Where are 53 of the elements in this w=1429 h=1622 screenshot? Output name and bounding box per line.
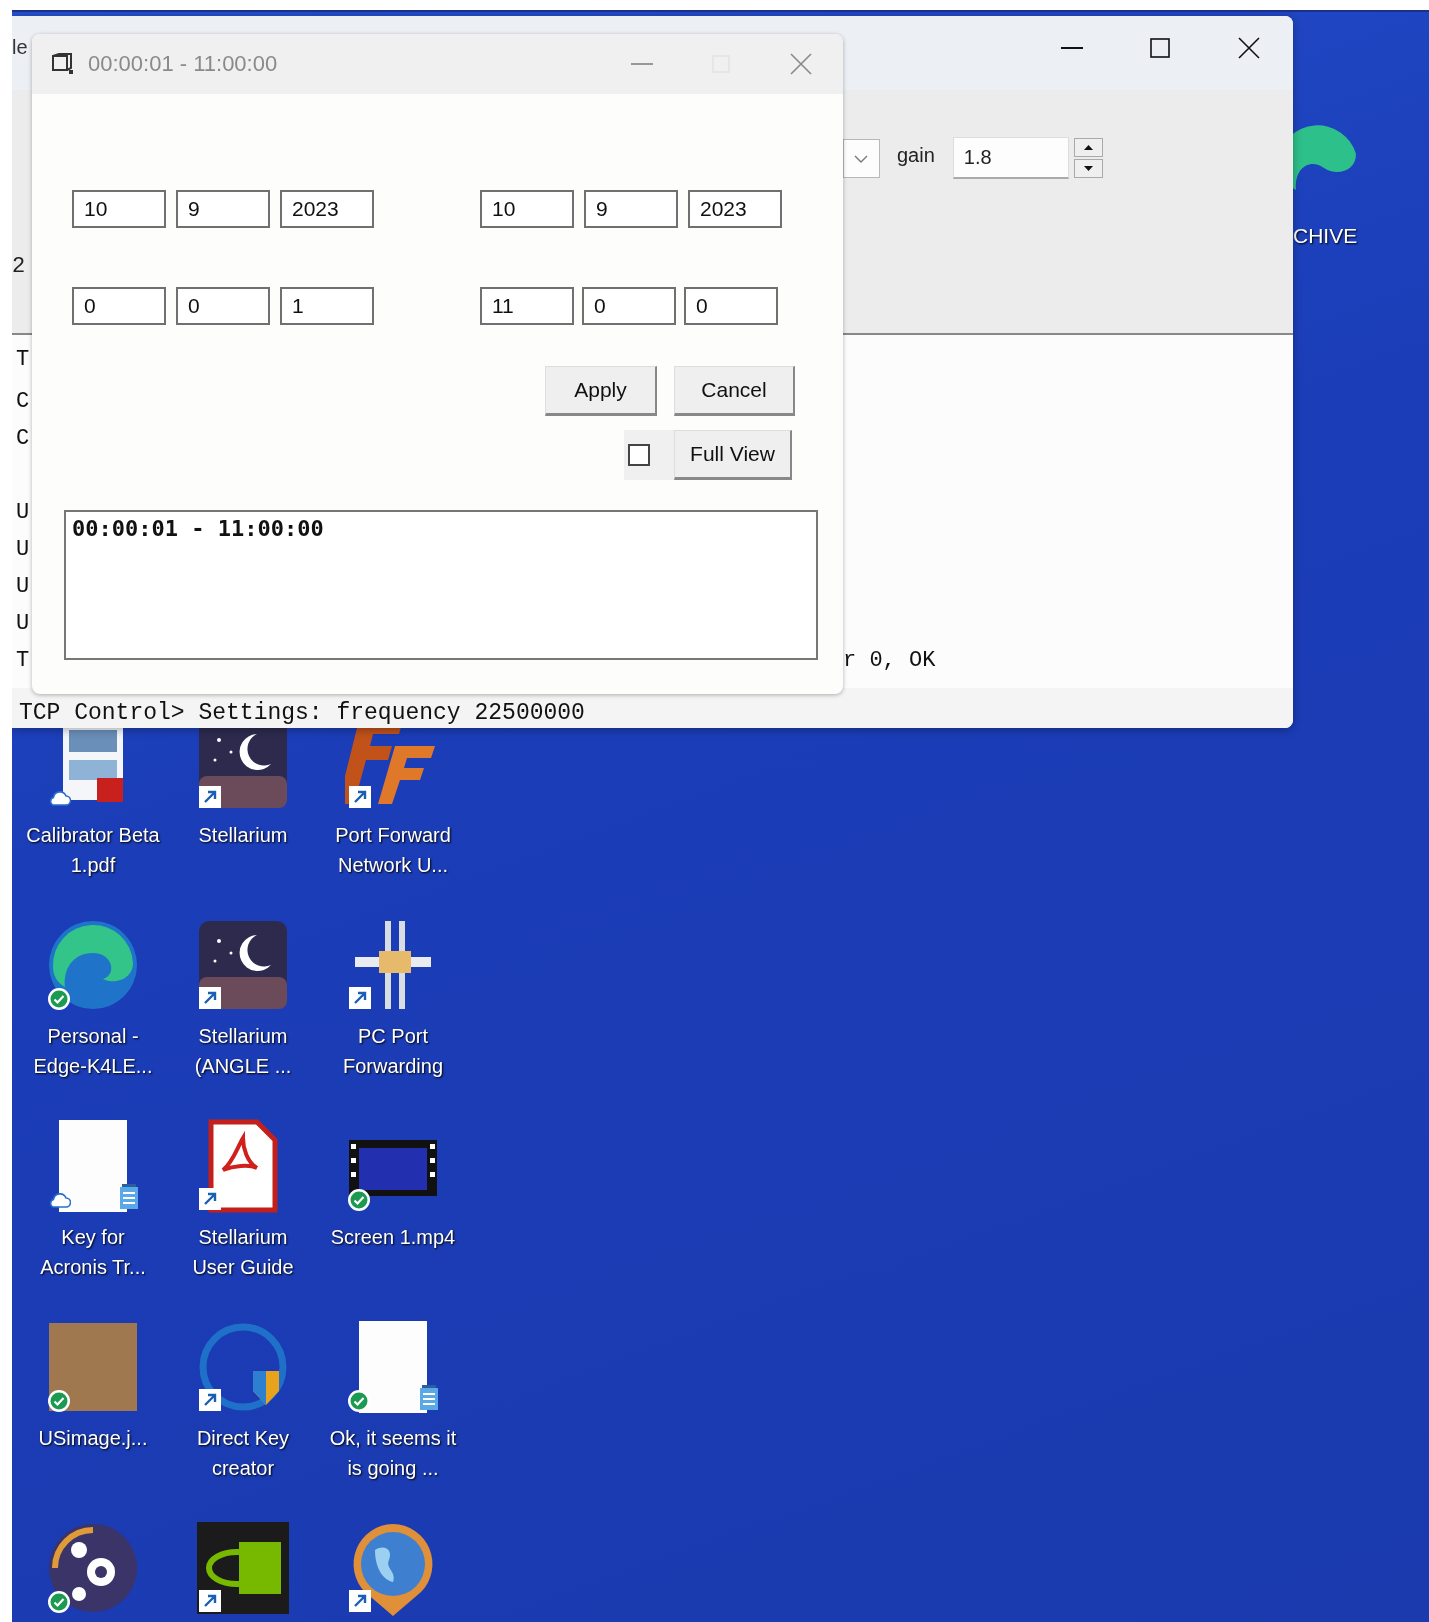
output-text: 00:00:01 - 11:00:00 bbox=[72, 516, 324, 541]
checkbox[interactable] bbox=[628, 444, 650, 466]
icon-label[interactable]: Key for Acronis Tr... bbox=[26, 1222, 160, 1282]
number-field[interactable]: 10 bbox=[72, 190, 166, 228]
console-text: C bbox=[16, 426, 30, 451]
console-text: 2 bbox=[12, 254, 26, 279]
number-field[interactable]: 9 bbox=[584, 190, 678, 228]
number-field[interactable]: 0 bbox=[582, 287, 676, 325]
console-text: TCP Control> Settings: frequency 22500000 bbox=[12, 688, 1293, 728]
number-field[interactable]: 11 bbox=[480, 287, 574, 325]
close-icon bbox=[1237, 36, 1261, 60]
console-text: T bbox=[16, 648, 30, 673]
maximize-icon bbox=[1148, 36, 1172, 60]
minimize-icon bbox=[1061, 46, 1083, 50]
console-text: C bbox=[16, 389, 30, 414]
console-text: U bbox=[16, 574, 30, 599]
number-field[interactable]: 0 bbox=[72, 287, 166, 325]
minimize-icon bbox=[631, 62, 653, 66]
icon-label[interactable]: Stellarium (ANGLE ... bbox=[176, 1021, 310, 1081]
number-field[interactable]: 0 bbox=[684, 287, 778, 325]
console-text: T bbox=[16, 347, 30, 372]
icon-label[interactable]: Screen 1.mp4 bbox=[326, 1222, 460, 1252]
gain-label: gain bbox=[897, 143, 935, 167]
console-text: U bbox=[16, 537, 30, 562]
notepad-icon bbox=[119, 1184, 139, 1210]
icon-label[interactable]: Calibrator Beta 1.pdf bbox=[26, 820, 160, 880]
icon-label[interactable]: PC Port Forwarding bbox=[326, 1021, 460, 1081]
icon-label[interactable]: Ok, it seems it is going ... bbox=[326, 1423, 460, 1483]
icon-label[interactable]: Port Forward Network U... bbox=[326, 820, 460, 880]
number-field[interactable]: 0 bbox=[176, 287, 270, 325]
number-field[interactable]: 1 bbox=[280, 287, 374, 325]
number-field[interactable]: 10 bbox=[480, 190, 574, 228]
notepad-icon bbox=[419, 1385, 439, 1411]
icon-label[interactable]: USimage.j... bbox=[26, 1423, 160, 1453]
icon-label[interactable]: Direct Key creator bbox=[176, 1423, 310, 1483]
window-title: 00:00:01 - 11:00:00 bbox=[88, 51, 279, 77]
icon-label[interactable]: Stellarium bbox=[176, 820, 310, 850]
close-icon bbox=[789, 52, 813, 76]
icon-label[interactable]: Personal - Edge-K4LE... bbox=[26, 1021, 160, 1081]
dialog-button[interactable]: Apply bbox=[545, 366, 657, 416]
console-text: r 0, OK bbox=[843, 648, 936, 673]
icon-label[interactable]: CHIVE bbox=[1293, 224, 1358, 248]
gain-field[interactable]: 1.8 bbox=[952, 137, 1069, 179]
window-title: le bbox=[12, 36, 28, 59]
full-view-button[interactable]: Full View bbox=[674, 430, 792, 480]
console-text: U bbox=[16, 611, 30, 636]
dialog-button[interactable]: Cancel bbox=[674, 366, 795, 416]
number-field[interactable]: 9 bbox=[176, 190, 270, 228]
app-window-icon bbox=[50, 52, 76, 76]
number-field[interactable]: 2023 bbox=[688, 190, 782, 228]
console-text: U bbox=[16, 500, 30, 525]
number-field[interactable]: 2023 bbox=[280, 190, 374, 228]
icon-label[interactable]: Stellarium User Guide bbox=[176, 1222, 310, 1282]
